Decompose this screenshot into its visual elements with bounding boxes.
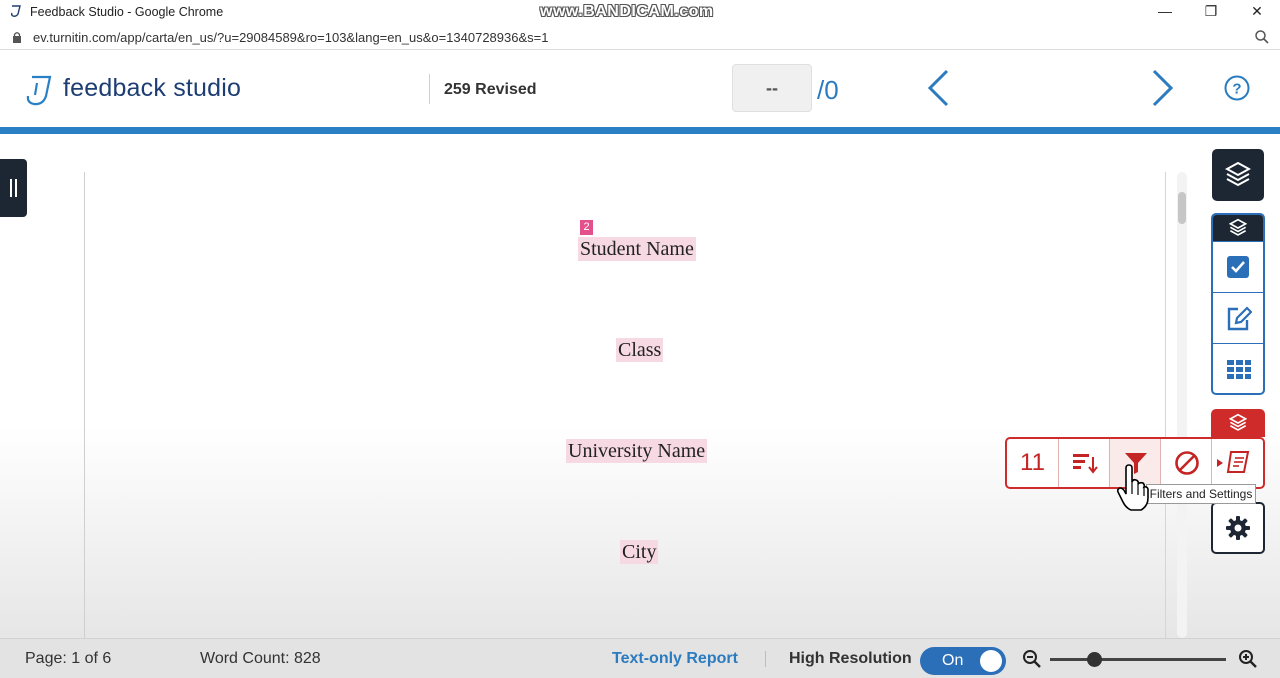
document-title: 259 Revised <box>444 81 537 98</box>
caret-right-icon <box>1217 459 1223 467</box>
toggle-knob <box>980 650 1002 672</box>
document-icon <box>1226 451 1250 473</box>
url-text[interactable]: ev.turnitin.com/app/carta/en_us/?u=29084… <box>33 30 548 45</box>
grip-icon <box>10 179 17 197</box>
side-panel-toggle[interactable] <box>0 159 27 217</box>
edit-icon <box>1227 306 1252 331</box>
layers-button[interactable] <box>1212 149 1264 201</box>
rubric-tool-button[interactable] <box>1213 343 1263 393</box>
layers-icon <box>1229 218 1247 236</box>
help-icon[interactable]: ? <box>1224 75 1250 101</box>
match-count[interactable]: 11 <box>1007 439 1059 487</box>
minimize-button[interactable]: — <box>1142 0 1188 24</box>
chevron-right-icon[interactable] <box>1150 68 1176 108</box>
recording-watermark: www.BANDICAM.com <box>540 3 714 20</box>
turnitin-favicon-icon <box>10 5 21 17</box>
restore-button[interactable]: ❐ <box>1188 0 1234 24</box>
checkmark-tool-button[interactable] <box>1213 241 1263 292</box>
layers-icon <box>1229 413 1247 431</box>
app-header: feedback studio 259 Revised -- /0 ? <box>0 50 1280 127</box>
edit-tool-button[interactable] <box>1213 292 1263 343</box>
header-accent-bar <box>0 127 1280 134</box>
scrollbar-track[interactable] <box>1177 172 1187 638</box>
exclude-button[interactable] <box>1161 439 1212 487</box>
zoom-slider-track[interactable] <box>1050 658 1226 661</box>
chevron-left-icon[interactable] <box>925 68 951 108</box>
page-left-edge <box>84 172 85 638</box>
document-line[interactable]: City <box>620 540 659 564</box>
layers-icon <box>1225 161 1251 187</box>
magnifier-icon[interactable] <box>1254 29 1270 45</box>
grading-tools-group <box>1211 213 1265 395</box>
toggle-state: On <box>942 652 964 669</box>
page-total: /0 <box>817 75 839 105</box>
svg-text:?: ? <box>1232 81 1241 98</box>
checkbox-icon <box>1227 256 1249 278</box>
similarity-layer-header[interactable] <box>1211 409 1265 437</box>
document-viewer: 2 Student Name Class University Name Cit… <box>0 134 1280 638</box>
close-window-button[interactable]: ✕ <box>1234 0 1280 24</box>
sort-button[interactable] <box>1059 439 1110 487</box>
brand-name: feedback studio <box>63 74 242 102</box>
footer-separator <box>765 651 766 667</box>
zoom-in-icon[interactable] <box>1238 649 1258 669</box>
grading-layer-header[interactable] <box>1213 215 1263 241</box>
text-only-report-link[interactable]: Text-only Report <box>612 650 738 668</box>
filters-tooltip: Filters and Settings <box>1146 484 1256 504</box>
block-icon <box>1175 451 1199 475</box>
address-bar[interactable]: ev.turnitin.com/app/carta/en_us/?u=29084… <box>0 24 1280 50</box>
high-resolution-toggle[interactable]: On <box>920 647 1006 675</box>
match-number-badge[interactable]: 2 <box>580 220 593 235</box>
grid-icon <box>1227 360 1251 379</box>
status-bar: Page: 1 of 6 Word Count: 828 Text-only R… <box>0 638 1280 678</box>
document-line[interactable]: Class <box>616 338 664 362</box>
word-count: Word Count: 828 <box>200 650 321 667</box>
page-info: Page: 1 of 6 <box>25 650 112 667</box>
lock-icon <box>13 32 21 43</box>
page-number-input[interactable]: -- <box>732 64 812 112</box>
feedback-studio-logo-icon <box>26 75 52 106</box>
page-right-edge <box>1165 172 1166 638</box>
gear-icon <box>1226 516 1250 540</box>
settings-button[interactable] <box>1211 502 1265 554</box>
hand-cursor-icon <box>1116 464 1149 511</box>
browser-title-bar: Feedback Studio - Google Chrome www.BAND… <box>0 0 1280 24</box>
browser-tab-title: Feedback Studio - Google Chrome <box>30 5 224 19</box>
zoom-out-icon[interactable] <box>1022 649 1042 669</box>
high-resolution-label: High Resolution <box>789 650 912 667</box>
sort-icon <box>1073 454 1098 474</box>
document-line[interactable]: University Name <box>566 439 708 463</box>
similarity-report-button[interactable] <box>1212 439 1263 487</box>
scrollbar-thumb[interactable] <box>1178 192 1186 224</box>
header-divider <box>429 74 430 104</box>
zoom-slider-knob[interactable] <box>1086 652 1102 667</box>
document-line[interactable]: Student Name <box>578 237 696 261</box>
